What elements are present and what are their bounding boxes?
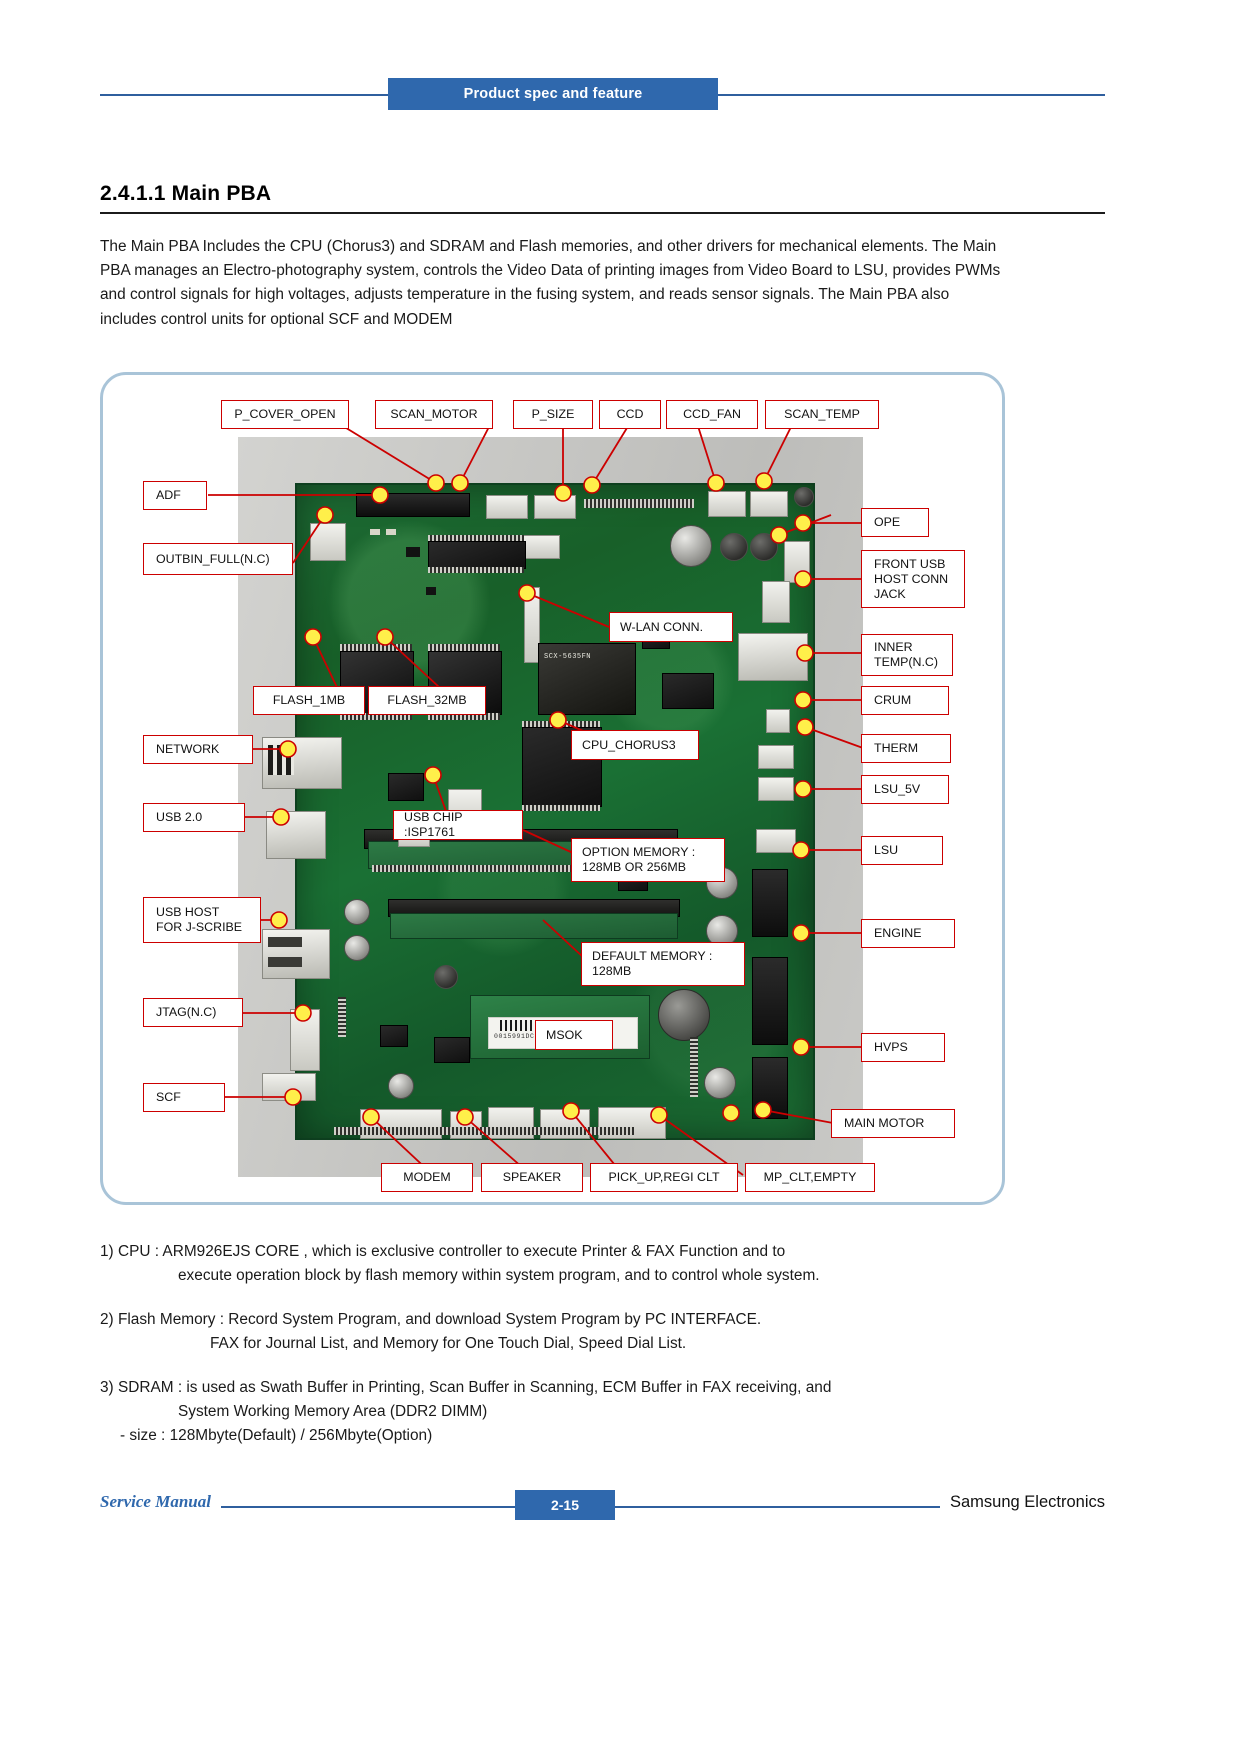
cpu-chip-marking: SCX-5635FN [544,653,592,661]
callout-scan-motor[interactable]: SCAN_MOTOR [375,400,493,429]
callout-lsu-5v[interactable]: LSU_5V [861,775,949,804]
engine-connector [752,957,788,1045]
callout-ccd[interactable]: CCD [599,400,661,429]
callout-ope[interactable]: OPE [861,508,929,537]
callout-scf[interactable]: SCF [143,1083,225,1112]
callout-msok[interactable]: MSOK [535,1020,613,1050]
note-sdram-line2: System Working Memory Area (DDR2 DIMM) [178,1403,488,1420]
callout-speaker[interactable]: SPEAKER [481,1163,583,1192]
hvps-connector [752,1057,788,1119]
callout-usb-host-jscribe[interactable]: USB HOST FOR J-SCRIBE [143,897,261,943]
callout-ccd-fan[interactable]: CCD_FAN [666,400,758,429]
callout-network[interactable]: NETWORK [143,735,253,764]
footer-page-number: 2-15 [515,1490,615,1520]
jtag-connector [290,1009,320,1071]
main-pba-photo: SCX-5635FN 0015991DCFD3 [238,437,863,1177]
note-sdram-line3: - size : 128Mbyte(Default) / 256Mbyte(Op… [120,1427,433,1444]
note-flash-memory: 2) Flash Memory : Record System Program,… [100,1308,1105,1356]
callout-outbin-full[interactable]: OUTBIN_FULL(N.C) [143,543,293,575]
note-sdram: 3) SDRAM : is used as Swath Buffer in Pr… [100,1376,1105,1448]
callout-main-motor[interactable]: MAIN MOTOR [831,1109,955,1138]
callout-crum[interactable]: CRUM [861,686,949,715]
intro-paragraph: The Main PBA Includes the CPU (Chorus3) … [100,238,1001,328]
callout-cpu-chorus3[interactable]: CPU_CHORUS3 [571,730,699,760]
note-cpu-line2: execute operation block by flash memory … [178,1267,820,1284]
callout-wlan-conn[interactable]: W-LAN CONN. [609,612,733,642]
callout-jtag[interactable]: JTAG(N.C) [143,998,243,1027]
callout-therm[interactable]: THERM [861,734,951,763]
manual-page: Product spec and feature 2.4.1.1 Main PB… [0,0,1240,1754]
lsu5v-connector [756,829,796,853]
front-usb-jack [738,633,808,681]
inner-temp-connector [766,709,790,733]
callout-scan-temp[interactable]: SCAN_TEMP [765,400,879,429]
callout-option-memory[interactable]: OPTION MEMORY : 128MB OR 256MB [571,838,725,882]
footer-brand: Samsung Electronics [940,1493,1105,1512]
scf-connector [262,1073,316,1101]
note-sdram-line1: 3) SDRAM : is used as Swath Buffer in Pr… [100,1379,832,1396]
callout-modem[interactable]: MODEM [381,1163,473,1192]
header-banner-title: Product spec and feature [388,78,718,110]
callout-flash-1mb[interactable]: FLASH_1MB [253,686,365,715]
callout-p-size[interactable]: P_SIZE [513,400,593,429]
callout-hvps[interactable]: HVPS [861,1033,945,1062]
callout-inner-temp[interactable]: INNER TEMP(N.C) [861,634,953,676]
callout-adf[interactable]: ADF [143,481,207,510]
page-title: 2.4.1.1 Main PBA [100,182,272,205]
therm-connector [758,777,794,801]
main-pba-figure: SCX-5635FN 0015991DCFD3 P_COVER_OPEN SCA… [100,372,1005,1205]
callout-mp-clt-empty[interactable]: MP_CLT,EMPTY [745,1163,875,1192]
ope-connector [762,581,790,623]
footer-service-manual: Service Manual [100,1492,221,1512]
usb20-port [266,811,326,859]
title-underline [100,212,1105,214]
callout-usb-chip[interactable]: USB CHIP :ISP1761 [393,810,523,840]
callout-engine[interactable]: ENGINE [861,919,955,948]
callout-pick-up-regi[interactable]: PICK_UP,REGI CLT [590,1163,738,1192]
notes-list: 1) CPU : ARM926EJS CORE , which is exclu… [100,1240,1105,1468]
callout-usb-20[interactable]: USB 2.0 [143,803,245,832]
callout-flash-32mb[interactable]: FLASH_32MB [368,686,486,715]
page-header: Product spec and feature [100,78,1105,112]
callout-lsu[interactable]: LSU [861,836,943,865]
callout-default-memory[interactable]: DEFAULT MEMORY : 128MB [581,942,745,986]
note-cpu: 1) CPU : ARM926EJS CORE , which is exclu… [100,1240,1105,1288]
lsu-connector [752,869,788,937]
page-footer: Service Manual 2-15 Samsung Electronics [100,1490,1105,1530]
note-cpu-line1: 1) CPU : ARM926EJS CORE , which is exclu… [100,1243,786,1260]
callout-front-usb-host[interactable]: FRONT USB HOST CONN JACK [861,550,965,608]
callout-p-cover-open[interactable]: P_COVER_OPEN [221,400,349,429]
crum-connector [758,745,794,769]
note-flash-line2: FAX for Journal List, and Memory for One… [210,1335,687,1352]
note-flash-line1: 2) Flash Memory : Record System Program,… [100,1311,762,1328]
